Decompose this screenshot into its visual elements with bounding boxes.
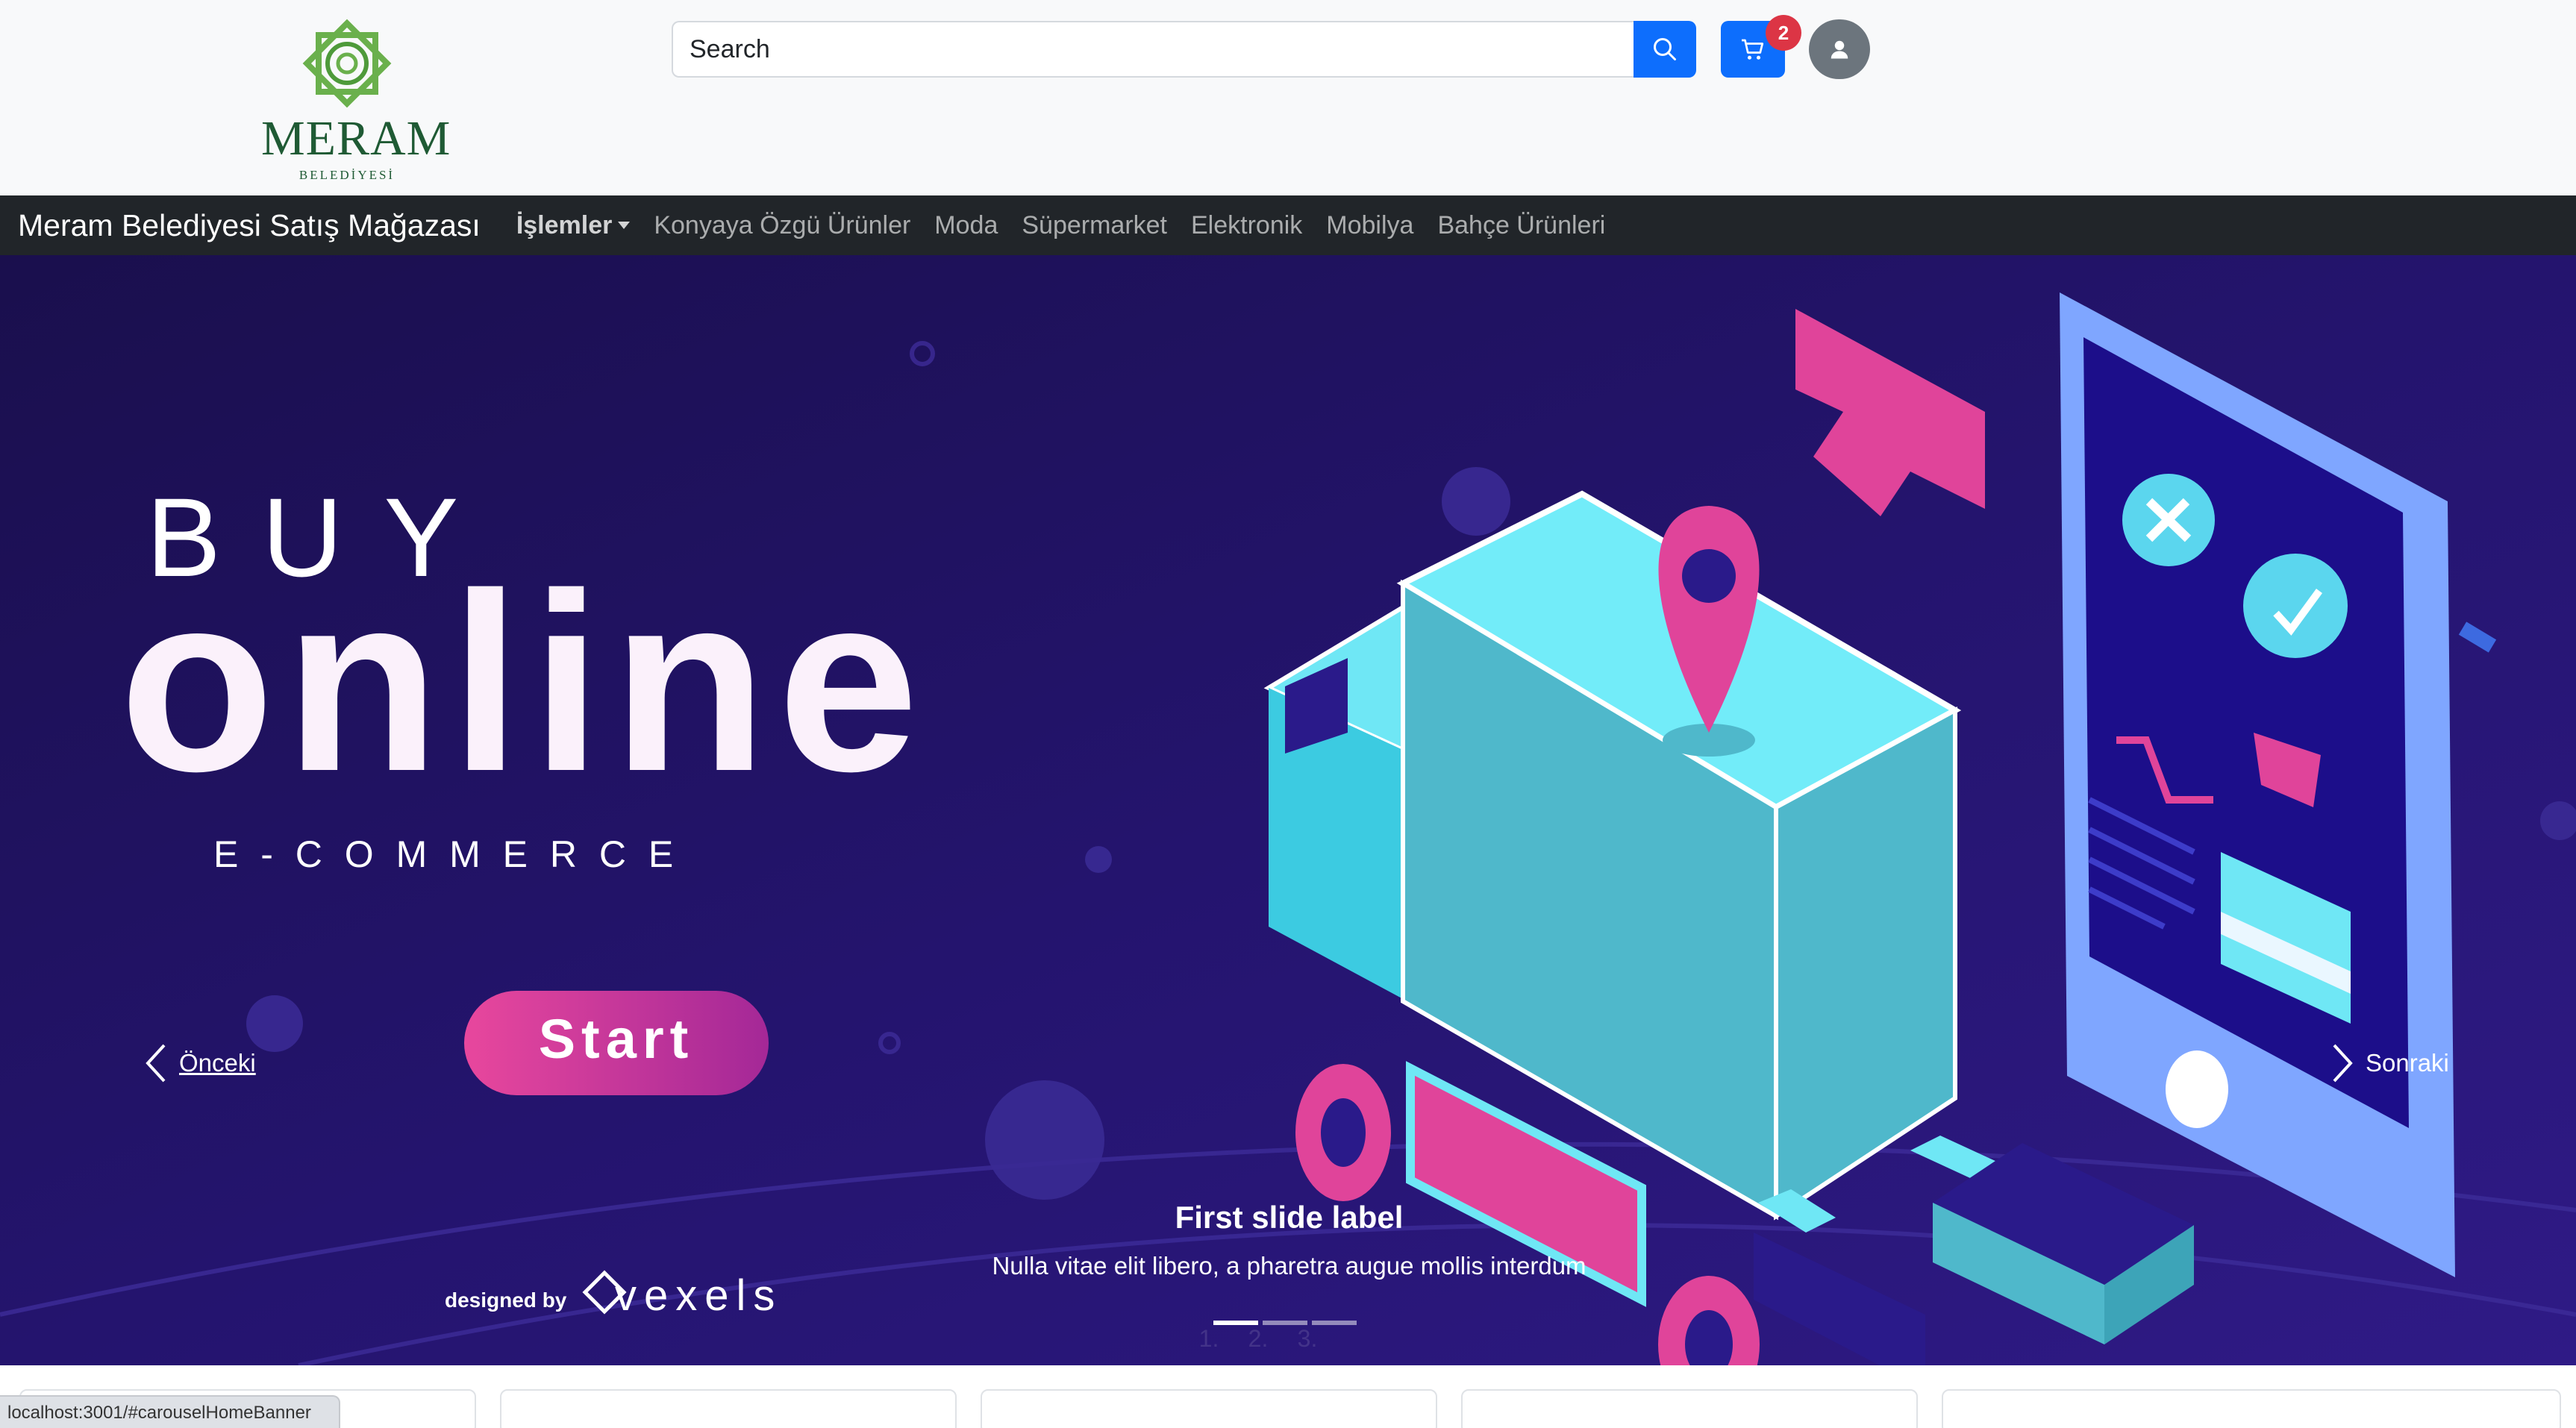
- main-navbar: Meram Belediyesi Satış Mağazası İşlemler…: [0, 195, 2576, 255]
- browser-status-bar: localhost:3001/#carouselHomeBanner: [0, 1395, 340, 1428]
- prev-label: Önceki: [179, 1049, 256, 1077]
- product-card[interactable]: [1461, 1389, 1918, 1428]
- product-card[interactable]: [1942, 1389, 2561, 1428]
- nav-item-bahce[interactable]: Bahçe Ürünleri: [1437, 211, 1605, 240]
- indicator-number: 3.: [1297, 1325, 1318, 1352]
- navbar-brand[interactable]: Meram Belediyesi Satış Mağazası: [18, 208, 481, 243]
- designed-by-text: designed by: [445, 1288, 567, 1312]
- indicator-number: 2.: [1248, 1325, 1269, 1352]
- nav-item-konyaya-ozgu[interactable]: Konyaya Özgü Ürünler: [654, 211, 910, 240]
- home-banner-carousel: BUY online E - C O M M E R C E Start des…: [0, 255, 2576, 1365]
- carousel-next-control[interactable]: Sonraki: [2330, 1042, 2449, 1084]
- page: MERAM BELEDİYESİ 2: [0, 0, 2576, 1428]
- chevron-left-icon: [146, 1044, 166, 1083]
- nav-item-mobilya[interactable]: Mobilya: [1326, 211, 1413, 240]
- cart-icon: [1742, 39, 1764, 60]
- logo-subtitle: BELEDİYESİ: [298, 168, 396, 182]
- indicator-number: 1.: [1198, 1325, 1219, 1352]
- top-header: MERAM BELEDİYESİ 2: [0, 0, 2576, 195]
- caret-down-icon: [618, 222, 631, 229]
- nav-item-islemler[interactable]: İşlemler: [516, 211, 631, 240]
- indicator-numbers: 1. 2. 3.: [1187, 1325, 1334, 1353]
- search-bar: [672, 21, 1696, 78]
- nav-item-supermarket[interactable]: Süpermarket: [1022, 211, 1167, 240]
- search-button[interactable]: [1634, 21, 1696, 78]
- nav-item-moda[interactable]: Moda: [934, 211, 998, 240]
- user-menu-button[interactable]: [1809, 19, 1870, 79]
- next-label: Sonraki: [2366, 1049, 2449, 1077]
- chevron-right-icon: [2333, 1044, 2353, 1083]
- carousel-caption: First slide label Nulla vitae elit liber…: [821, 1200, 1757, 1280]
- nav-item-elektronik[interactable]: Elektronik: [1191, 211, 1302, 240]
- start-graphic: Start: [464, 991, 769, 1095]
- meram-logo[interactable]: MERAM BELEDİYESİ: [261, 15, 451, 182]
- flower-logo-icon: [302, 19, 392, 108]
- carousel-prev-control[interactable]: Önceki: [143, 1042, 256, 1084]
- vexels-text: vexels: [615, 1271, 782, 1320]
- user-icon: [1831, 40, 1848, 59]
- search-input[interactable]: [672, 21, 1634, 78]
- caption-text: Nulla vitae elit libero, a pharetra augu…: [992, 1252, 1586, 1280]
- product-card[interactable]: [981, 1389, 1437, 1428]
- ecommerce-word: E - C O M M E R C E: [213, 833, 679, 875]
- nav-menu: İşlemler Konyaya Özgü Ürünler Moda Süper…: [516, 211, 1630, 240]
- start-word: Start: [539, 1008, 695, 1070]
- logo-wordmark: MERAM: [261, 111, 451, 166]
- banner-image: BUY online E - C O M M E R C E Start des…: [0, 255, 2576, 1365]
- cart-count-badge: 2: [1766, 15, 1801, 51]
- search-icon: [1654, 38, 1676, 60]
- caption-title: First slide label: [1175, 1200, 1404, 1235]
- online-word: online: [119, 541, 929, 824]
- product-card[interactable]: [500, 1389, 957, 1428]
- nav-item-label: İşlemler: [516, 210, 613, 239]
